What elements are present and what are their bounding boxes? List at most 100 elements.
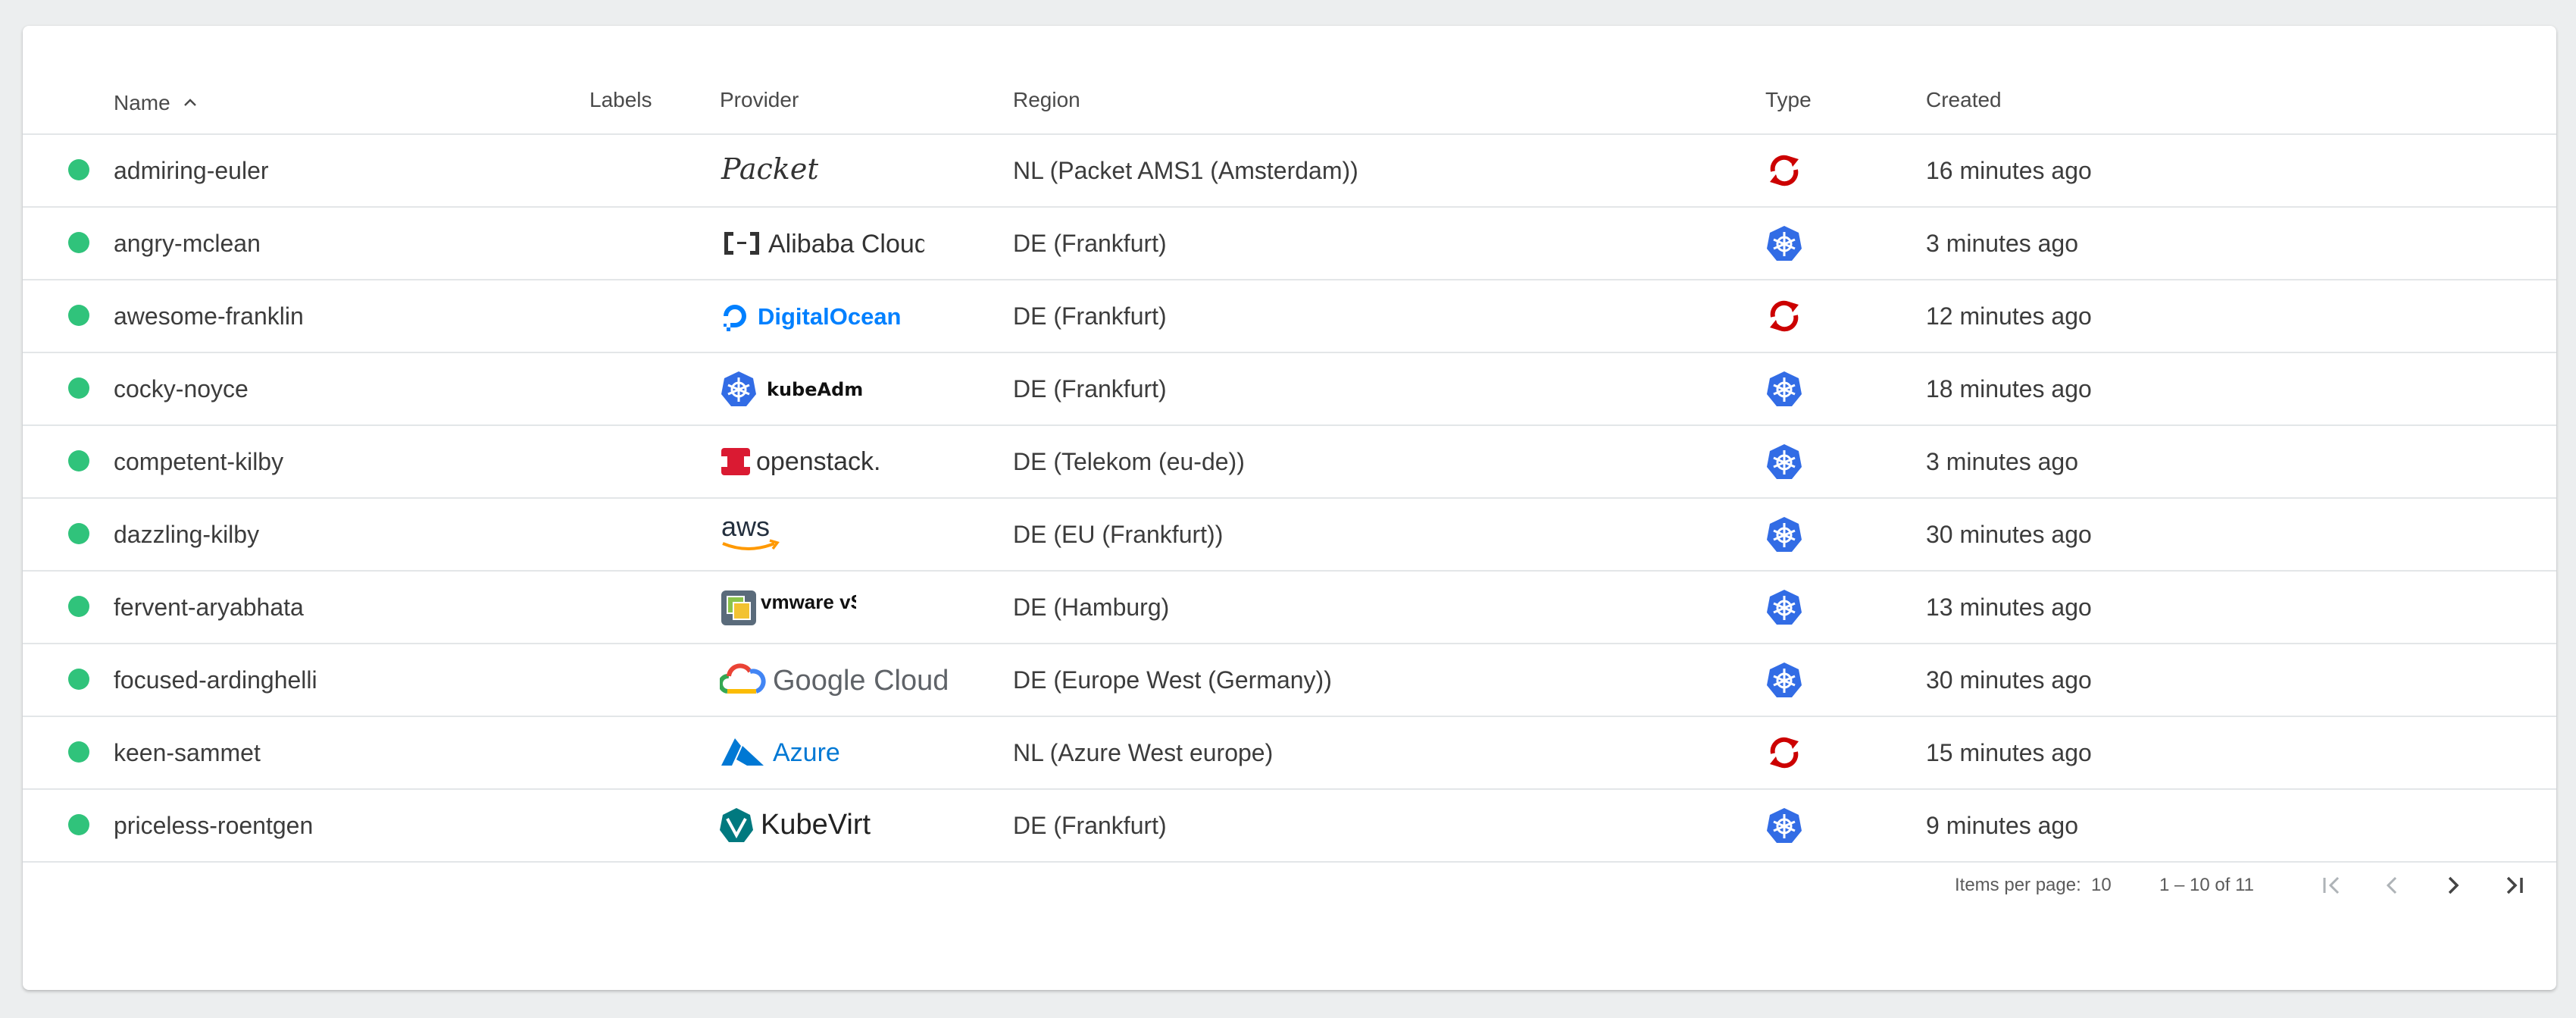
cluster-region: DE (Frankfurt) bbox=[1013, 375, 1167, 403]
alibaba-cloud-logo: Alibaba Cloud bbox=[720, 208, 924, 279]
aws-logo: aws bbox=[720, 499, 796, 570]
openstack-logo: openstack. bbox=[720, 426, 909, 497]
provider-name: Alibaba Cloud bbox=[768, 230, 924, 258]
kubevirt-logo: KubeVirt bbox=[720, 790, 902, 861]
first-page-icon bbox=[2323, 876, 2340, 894]
openshift-icon bbox=[1765, 297, 1803, 335]
provider-name: vmware vSphere bbox=[761, 590, 856, 613]
provider-name: kubeAdm bbox=[767, 379, 863, 400]
column-header-name-label: Name bbox=[114, 91, 170, 114]
kubernetes-icon bbox=[1765, 588, 1803, 626]
cluster-name[interactable]: priceless-roentgen bbox=[114, 812, 313, 840]
status-running-icon bbox=[68, 523, 89, 544]
status-running-icon bbox=[68, 159, 89, 180]
cluster-created: 18 minutes ago bbox=[1926, 375, 2092, 403]
cluster-region: NL (Azure West europe) bbox=[1013, 739, 1274, 766]
cluster-created: 15 minutes ago bbox=[1926, 739, 2092, 766]
table-row[interactable]: cocky-noyce kubeAdm DE (Frankfurt) 18 mi… bbox=[23, 353, 2556, 426]
cluster-name[interactable]: awesome-franklin bbox=[114, 302, 304, 330]
cluster-created: 9 minutes ago bbox=[1926, 812, 2079, 839]
table-row[interactable]: focused-ardinghelli Google Cloud DE (Eur… bbox=[23, 644, 2556, 717]
kubernetes-icon bbox=[1765, 370, 1803, 408]
previous-page-button[interactable] bbox=[2370, 863, 2415, 908]
cluster-name[interactable]: keen-sammet bbox=[114, 739, 261, 767]
vmware-vsphere-logo: vmware vSphere bbox=[720, 572, 856, 643]
status-running-icon bbox=[68, 596, 89, 617]
cluster-region: DE (Frankfurt) bbox=[1013, 812, 1167, 839]
cluster-region: DE (Telekom (eu-de)) bbox=[1013, 448, 1245, 475]
column-header-provider[interactable]: Provider bbox=[720, 88, 799, 112]
openshift-icon bbox=[1765, 152, 1803, 190]
status-running-icon bbox=[68, 741, 89, 763]
provider-name: openstack. bbox=[756, 447, 880, 476]
azure-logo: Azure bbox=[720, 717, 849, 788]
cluster-created: 3 minutes ago bbox=[1926, 448, 2079, 475]
next-page-button[interactable] bbox=[2431, 863, 2476, 908]
digitalocean-logo: DigitalOcean bbox=[720, 280, 909, 352]
table-row[interactable]: awesome-franklin DigitalOcean DE (Frankf… bbox=[23, 280, 2556, 353]
cluster-region: DE (Europe West (Germany)) bbox=[1013, 666, 1332, 694]
cluster-region: DE (Hamburg) bbox=[1013, 594, 1170, 621]
table-row[interactable]: priceless-roentgen KubeVirt DE (Frankfur… bbox=[23, 790, 2556, 863]
last-page-icon bbox=[2506, 876, 2523, 894]
cluster-created: 16 minutes ago bbox=[1926, 157, 2092, 184]
cluster-name[interactable]: focused-ardinghelli bbox=[114, 666, 317, 694]
column-header-labels: Labels bbox=[589, 88, 652, 111]
table-header: Name Labels Provider Region Type Created bbox=[23, 26, 2556, 135]
column-header-name[interactable]: Name bbox=[114, 88, 197, 115]
packet-logo: Packet bbox=[720, 135, 818, 206]
paginator-range-label: 1 – 10 of 11 bbox=[2159, 875, 2254, 895]
table-row[interactable]: angry-mclean Alibaba Cloud DE (Frankfurt… bbox=[23, 208, 2556, 280]
cluster-region: DE (EU (Frankfurt)) bbox=[1013, 521, 1224, 548]
kubernetes-icon bbox=[1765, 807, 1803, 844]
cluster-name[interactable]: fervent-aryabhata bbox=[114, 594, 304, 622]
paginator: Items per page: 10 1 – 10 of 11 bbox=[23, 855, 2556, 916]
kubeadm-logo: kubeAdm bbox=[720, 353, 871, 424]
cluster-name[interactable]: dazzling-kilby bbox=[114, 521, 259, 549]
table-row[interactable]: keen-sammet Azure NL (Azure West europe)… bbox=[23, 717, 2556, 790]
chevron-up-icon bbox=[183, 88, 197, 112]
cluster-created: 13 minutes ago bbox=[1926, 594, 2092, 621]
clusters-table-card: Name Labels Provider Region Type Created… bbox=[23, 26, 2556, 990]
cluster-name[interactable]: competent-kilby bbox=[114, 448, 283, 476]
kubernetes-icon bbox=[1765, 224, 1803, 262]
table-row[interactable]: fervent-aryabhata vmware vSphere DE (Ham… bbox=[23, 572, 2556, 644]
table-row[interactable]: dazzling-kilby aws DE (EU (Frankfurt)) 3… bbox=[23, 499, 2556, 572]
table-row[interactable]: competent-kilby openstack. DE (Telekom (… bbox=[23, 426, 2556, 499]
items-per-page-label: Items per page: bbox=[1955, 875, 2081, 895]
kubernetes-icon bbox=[1765, 661, 1803, 699]
column-header-type[interactable]: Type bbox=[1765, 88, 1812, 112]
status-running-icon bbox=[68, 814, 89, 835]
items-per-page-select[interactable]: 10 bbox=[2091, 875, 2112, 896]
provider-name: aws bbox=[721, 512, 770, 542]
cluster-created: 30 minutes ago bbox=[1926, 666, 2092, 694]
provider-name: Google Cloud bbox=[773, 665, 949, 697]
status-running-icon bbox=[68, 669, 89, 690]
cluster-name[interactable]: cocky-noyce bbox=[114, 375, 249, 403]
chevron-left-icon bbox=[2386, 876, 2397, 894]
provider-name: Azure bbox=[773, 738, 840, 767]
provider-name: DigitalOcean bbox=[758, 303, 902, 330]
cluster-created: 30 minutes ago bbox=[1926, 521, 2092, 548]
provider-name: Packet bbox=[721, 152, 818, 186]
cluster-region: NL (Packet AMS1 (Amsterdam)) bbox=[1013, 157, 1358, 184]
google-cloud-logo: Google Cloud bbox=[720, 644, 962, 716]
column-header-created[interactable]: Created bbox=[1926, 88, 2002, 112]
chevron-right-icon bbox=[2448, 876, 2459, 894]
status-running-icon bbox=[68, 232, 89, 253]
table-row[interactable]: admiring-euler Packet NL (Packet AMS1 (A… bbox=[23, 135, 2556, 208]
column-header-region[interactable]: Region bbox=[1013, 88, 1080, 112]
status-running-icon bbox=[68, 450, 89, 471]
last-page-button[interactable] bbox=[2491, 863, 2537, 908]
provider-name: KubeVirt bbox=[761, 809, 871, 841]
cluster-name[interactable]: angry-mclean bbox=[114, 230, 261, 258]
cluster-region: DE (Frankfurt) bbox=[1013, 230, 1167, 257]
cluster-created: 3 minutes ago bbox=[1926, 230, 2079, 257]
status-running-icon bbox=[68, 377, 89, 399]
cluster-name[interactable]: admiring-euler bbox=[114, 157, 269, 185]
first-page-button[interactable] bbox=[2309, 863, 2355, 908]
kubernetes-icon bbox=[1765, 515, 1803, 553]
openshift-icon bbox=[1765, 734, 1803, 772]
status-running-icon bbox=[68, 305, 89, 326]
kubernetes-icon bbox=[1765, 443, 1803, 481]
